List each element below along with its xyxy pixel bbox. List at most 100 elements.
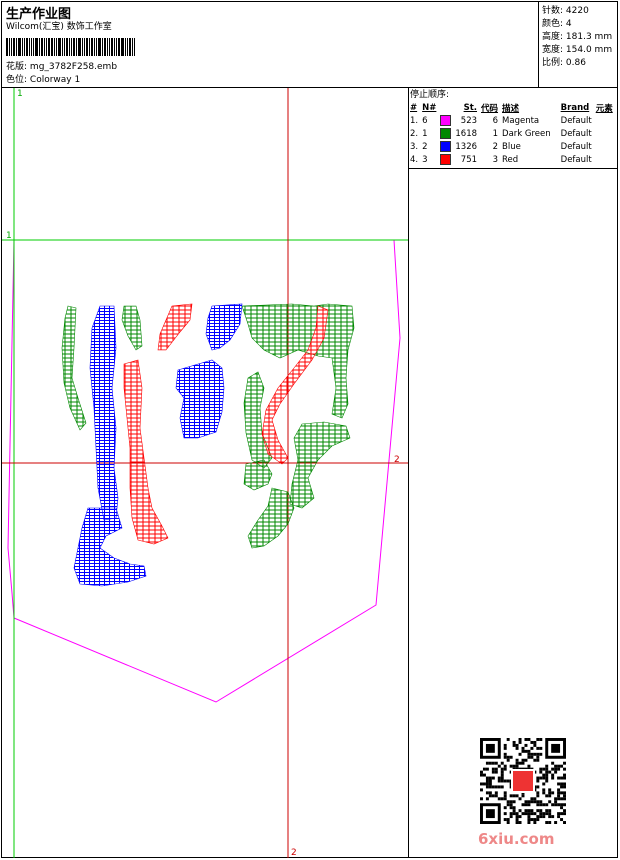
qr-module: [521, 761, 525, 765]
qr-module: [542, 767, 546, 771]
qr-module: [524, 800, 528, 804]
qr-module: [533, 812, 537, 816]
barcode-bar: [54, 38, 55, 56]
qr-module: [557, 788, 561, 792]
barcode-bar: [86, 38, 88, 56]
qr-module: [482, 767, 486, 771]
qr-module: [551, 761, 555, 765]
qr-finder: [551, 743, 561, 753]
barcode-bar: [76, 38, 77, 56]
barcode-bar: [22, 38, 23, 56]
qr-module: [530, 812, 534, 816]
qr-module: [500, 773, 504, 777]
qr-module: [488, 791, 492, 795]
qr-module: [503, 794, 507, 798]
panel-divider: [408, 88, 409, 858]
barcode-bar: [94, 38, 95, 56]
qr-module: [539, 776, 543, 780]
barcode-bar: [118, 38, 120, 56]
qr-module: [563, 776, 566, 780]
barcode-bar: [51, 38, 53, 56]
stop-row: 2. 1 1618 1 Dark Green Default: [408, 127, 615, 140]
qr-module: [509, 806, 513, 810]
qr-module: [533, 818, 537, 822]
qr-module: [530, 797, 534, 801]
qr-module: [560, 812, 564, 816]
stitches-label: 针数:: [542, 6, 564, 16]
qr-module: [539, 815, 543, 819]
qr-module: [551, 773, 555, 777]
qr-module: [503, 752, 507, 756]
red-shape-long: [123, 359, 169, 545]
barcode-bar: [73, 38, 75, 56]
stat-height: 高度: 181.3 mm: [542, 32, 612, 43]
design-label: 花版:: [6, 62, 28, 72]
green-shape-top-small: [121, 305, 143, 351]
qr-module: [521, 812, 525, 816]
qr-module: [563, 794, 566, 798]
qr-module: [539, 812, 543, 816]
red-h-label: 2: [394, 455, 400, 465]
qr-module: [542, 791, 546, 795]
stop-swatch: [438, 153, 453, 166]
height-label: 高度:: [542, 32, 564, 42]
qr-module: [500, 797, 504, 801]
qr-module: [500, 776, 504, 780]
qr-module: [497, 785, 501, 789]
qr-module: [503, 791, 507, 795]
stop-element: [594, 140, 615, 153]
stitches-value: 4220: [565, 6, 589, 16]
qr-module: [485, 785, 489, 789]
qr-module: [480, 797, 483, 801]
qr-module: [551, 803, 555, 807]
qr-module: [554, 803, 558, 807]
qr-module: [548, 812, 552, 816]
qr-module: [542, 788, 546, 792]
green-shape-bottom: [247, 487, 295, 549]
qr-module: [497, 764, 501, 768]
colors-label: 颜色:: [542, 19, 564, 29]
blue-shape-block: [175, 359, 225, 439]
qr-module: [527, 764, 531, 768]
qr-module: [539, 770, 543, 774]
qr-module: [539, 767, 543, 771]
qr-module: [536, 738, 540, 741]
barcode-bar: [44, 38, 45, 56]
stop-row: 1. 6 523 6 Magenta Default: [408, 114, 615, 127]
qr-module: [563, 761, 566, 765]
stop-brand: Default: [560, 128, 592, 139]
qr-module: [518, 752, 522, 756]
barcode-bar: [114, 38, 115, 56]
qr-module: [542, 812, 546, 816]
qr-module: [491, 785, 495, 789]
qr-finder: [485, 809, 495, 819]
barcode-bar: [96, 38, 97, 56]
qr-module: [515, 758, 519, 762]
design-filename: mg_3782F258.emb: [29, 62, 118, 72]
barcode-bar: [48, 38, 50, 56]
qr-module: [491, 761, 495, 765]
qr-module: [557, 815, 561, 819]
qr-module: [548, 815, 552, 819]
blue-shape-top: [205, 303, 243, 351]
color-swatch: [440, 115, 452, 126]
qr-module: [539, 803, 543, 807]
stop-stitches: 751: [460, 154, 478, 165]
qr-module: [536, 815, 540, 819]
qr-module: [557, 782, 561, 786]
barcode-bar: [64, 38, 65, 56]
qr-module: [488, 761, 492, 765]
barcode-bar: [89, 38, 90, 56]
green-v-label: 1: [17, 89, 23, 99]
qr-module: [480, 773, 483, 777]
qr-module: [488, 776, 492, 780]
qr-module: [533, 758, 537, 762]
qr-module: [503, 755, 507, 759]
barcode-bar: [33, 38, 34, 56]
qr-module: [509, 764, 513, 768]
qr-module: [527, 818, 531, 822]
qr-module: [533, 797, 537, 801]
col-needle: N#: [422, 102, 437, 113]
qr-module: [482, 773, 486, 777]
qr-module: [557, 791, 561, 795]
